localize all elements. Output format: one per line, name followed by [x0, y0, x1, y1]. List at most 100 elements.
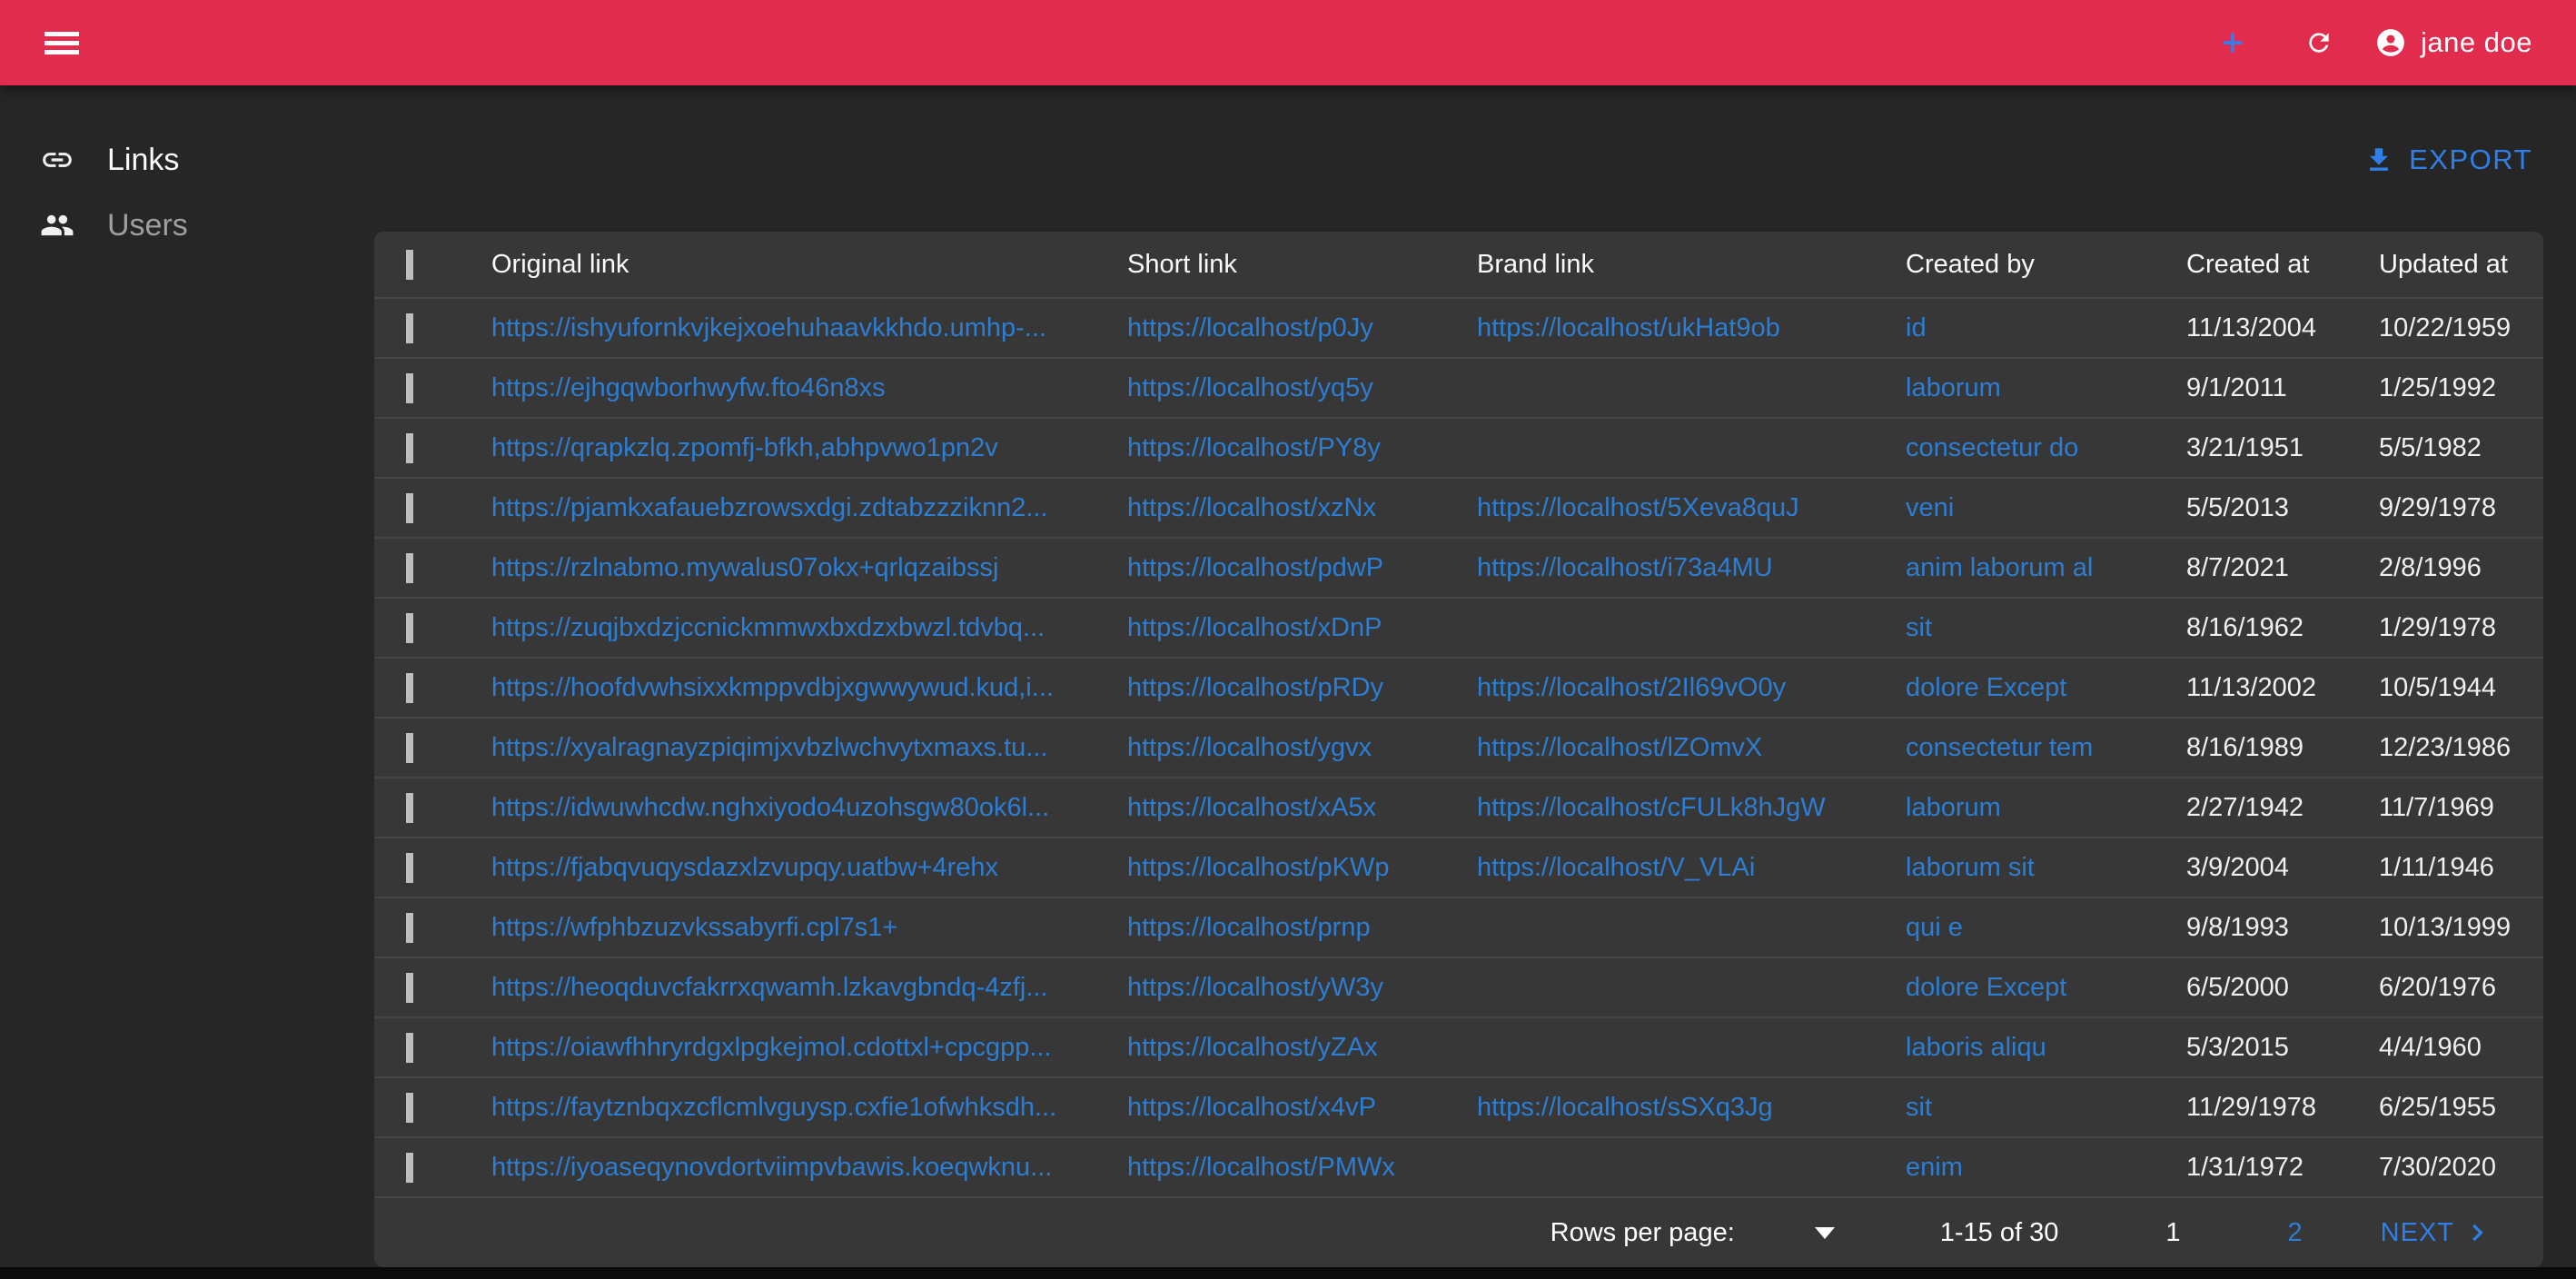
table-row[interactable]: https://hoofdvwhsixxkmppvdbjxgwwywud.kud…: [374, 659, 2543, 719]
original-link[interactable]: https://wfphbzuzvkssabyrfi.cpl7s1+: [491, 913, 897, 942]
table-row[interactable]: https://fjabqvuqysdazxlzvupqy.uatbw+4reh…: [374, 838, 2543, 898]
short-link[interactable]: https://localhost/prnp: [1127, 913, 1371, 942]
add-link-icon[interactable]: [2217, 27, 2248, 58]
row-checkbox[interactable]: [406, 733, 413, 763]
user-name[interactable]: jane doe: [2421, 26, 2532, 59]
table-row[interactable]: https://oiawfhhryrdgxlpgkejmol.cdottxl+c…: [374, 1018, 2543, 1078]
page-button-2[interactable]: 2: [2288, 1218, 2303, 1247]
row-checkbox[interactable]: [406, 913, 413, 943]
created-by[interactable]: enim: [1906, 1153, 1963, 1182]
table-row[interactable]: https://faytznbqxzcflcmlvguysp.cxfie1ofw…: [374, 1078, 2543, 1138]
row-checkbox[interactable]: [406, 553, 413, 583]
column-header-brand-link[interactable]: Brand link: [1477, 250, 1906, 280]
short-link[interactable]: https://localhost/x4vP: [1127, 1093, 1376, 1122]
row-checkbox[interactable]: [406, 313, 413, 343]
short-link[interactable]: https://localhost/pRDy: [1127, 673, 1383, 702]
short-link[interactable]: https://localhost/pdwP: [1127, 553, 1383, 582]
short-link[interactable]: https://localhost/p0Jy: [1127, 313, 1373, 342]
refresh-icon[interactable]: [2304, 28, 2333, 57]
brand-link[interactable]: https://localhost/V_VLAi: [1477, 853, 1755, 882]
original-link[interactable]: https://ejhgqwborhwyfw.fto46n8xs: [491, 373, 886, 402]
created-by[interactable]: consectetur tem: [1906, 733, 2093, 762]
account-avatar-icon[interactable]: [2375, 27, 2406, 58]
page-button-1[interactable]: 1: [2165, 1218, 2180, 1247]
row-checkbox[interactable]: [406, 613, 413, 643]
short-link[interactable]: https://localhost/xDnP: [1127, 613, 1382, 642]
original-link[interactable]: https://qrapkzlq.zpomfj-bfkh,abhpvwo1pn2…: [491, 433, 998, 462]
table-row[interactable]: https://idwuwhcdw.nghxiyodo4uzohsgw80ok6…: [374, 778, 2543, 838]
row-checkbox[interactable]: [406, 853, 413, 883]
original-link[interactable]: https://faytznbqxzcflcmlvguysp.cxfie1ofw…: [491, 1093, 1056, 1122]
sidebar-item-users[interactable]: Users: [0, 193, 374, 258]
created-by[interactable]: anim laborum al: [1906, 553, 2093, 582]
original-link[interactable]: https://pjamkxafauebzrowsxdgi.zdtabzzzik…: [491, 493, 1048, 522]
short-link[interactable]: https://localhost/yq5y: [1127, 373, 1373, 402]
short-link[interactable]: https://localhost/xzNx: [1127, 493, 1376, 522]
created-by[interactable]: id: [1906, 313, 1927, 342]
original-link[interactable]: https://rzlnabmo.mywalus07okx+qrlqzaibss…: [491, 553, 999, 582]
sidebar-item-links[interactable]: Links: [0, 127, 374, 193]
table-row[interactable]: https://iyoaseqynovdortviimpvbawis.koeqw…: [374, 1138, 2543, 1198]
brand-link[interactable]: https://localhost/ukHat9ob: [1477, 313, 1780, 342]
column-header-updated-at[interactable]: Updated at: [2379, 250, 2543, 280]
table-row[interactable]: https://rzlnabmo.mywalus07okx+qrlqzaibss…: [374, 539, 2543, 599]
export-button[interactable]: EXPORT: [2363, 144, 2532, 176]
table-row[interactable]: https://ishyufornkvjkejxoehuhaavkkhdo.um…: [374, 299, 2543, 359]
row-checkbox[interactable]: [406, 373, 413, 403]
created-by[interactable]: sit: [1906, 1093, 1932, 1122]
table-row[interactable]: https://zuqjbxdzjccnickmmwxbxdzxbwzl.tdv…: [374, 599, 2543, 659]
created-by[interactable]: dolore Except: [1906, 973, 2066, 1002]
column-header-short-link[interactable]: Short link: [1127, 250, 1477, 280]
created-by[interactable]: laborum: [1906, 373, 2001, 402]
original-link[interactable]: https://ishyufornkvjkejxoehuhaavkkhdo.um…: [491, 313, 1046, 342]
created-by[interactable]: sit: [1906, 613, 1932, 642]
brand-link[interactable]: https://localhost/5Xeva8quJ: [1477, 493, 1799, 522]
brand-link[interactable]: https://localhost/cFULk8hJgW: [1477, 793, 1826, 822]
menu-icon[interactable]: [45, 27, 79, 59]
original-link[interactable]: https://xyalragnayzpiqimjxvbzlwchvytxmax…: [491, 733, 1047, 762]
short-link[interactable]: https://localhost/xA5x: [1127, 793, 1376, 822]
table-row[interactable]: https://pjamkxafauebzrowsxdgi.zdtabzzzik…: [374, 479, 2543, 539]
table-row[interactable]: https://wfphbzuzvkssabyrfi.cpl7s1+ https:…: [374, 898, 2543, 958]
row-checkbox[interactable]: [406, 973, 413, 1003]
original-link[interactable]: https://hoofdvwhsixxkmppvdbjxgwwywud.kud…: [491, 673, 1054, 702]
created-by[interactable]: veni: [1906, 493, 1954, 522]
original-link[interactable]: https://heoqduvcfakrrxqwamh.lzkavgbndq-4…: [491, 973, 1048, 1002]
original-link[interactable]: https://oiawfhhryrdgxlpgkejmol.cdottxl+c…: [491, 1033, 1052, 1062]
rows-per-page-select[interactable]: [1815, 1227, 1835, 1239]
created-by[interactable]: consectetur do: [1906, 433, 2078, 462]
row-checkbox[interactable]: [406, 1033, 413, 1063]
column-header-created-at[interactable]: Created at: [2186, 250, 2379, 280]
short-link[interactable]: https://localhost/PY8y: [1127, 433, 1381, 462]
original-link[interactable]: https://zuqjbxdzjccnickmmwxbxdzxbwzl.tdv…: [491, 613, 1045, 642]
short-link[interactable]: https://localhost/pKWp: [1127, 853, 1390, 882]
table-row[interactable]: https://xyalragnayzpiqimjxvbzlwchvytxmax…: [374, 719, 2543, 778]
short-link[interactable]: https://localhost/PMWx: [1127, 1153, 1395, 1182]
row-checkbox[interactable]: [406, 493, 413, 523]
row-checkbox[interactable]: [406, 793, 413, 823]
created-by[interactable]: laborum: [1906, 793, 2001, 822]
row-checkbox[interactable]: [406, 673, 413, 703]
brand-link[interactable]: https://localhost/2Il69vO0y: [1477, 673, 1786, 702]
short-link[interactable]: https://localhost/yZAx: [1127, 1033, 1378, 1062]
table-row[interactable]: https://qrapkzlq.zpomfj-bfkh,abhpvwo1pn2…: [374, 419, 2543, 479]
created-by[interactable]: qui e: [1906, 913, 1963, 942]
created-by[interactable]: laboris aliqu: [1906, 1033, 2046, 1062]
select-all-checkbox[interactable]: [406, 250, 413, 280]
created-by[interactable]: laborum sit: [1906, 853, 2035, 882]
original-link[interactable]: https://fjabqvuqysdazxlzvupqy.uatbw+4reh…: [491, 853, 998, 882]
row-checkbox[interactable]: [406, 1153, 413, 1183]
brand-link[interactable]: https://localhost/lZOmvX: [1477, 733, 1762, 762]
row-checkbox[interactable]: [406, 1093, 413, 1123]
brand-link[interactable]: https://localhost/sSXq3Jg: [1477, 1093, 1773, 1122]
column-header-original-link[interactable]: Original link: [491, 250, 1127, 280]
column-header-created-by[interactable]: Created by: [1906, 250, 2186, 280]
short-link[interactable]: https://localhost/ygvx: [1127, 733, 1372, 762]
original-link[interactable]: https://iyoaseqynovdortviimpvbawis.koeqw…: [491, 1153, 1052, 1182]
original-link[interactable]: https://idwuwhcdw.nghxiyodo4uzohsgw80ok6…: [491, 793, 1049, 822]
next-page-button[interactable]: NEXT: [2381, 1218, 2491, 1248]
created-by[interactable]: dolore Except: [1906, 673, 2066, 702]
table-row[interactable]: https://heoqduvcfakrrxqwamh.lzkavgbndq-4…: [374, 958, 2543, 1018]
table-row[interactable]: https://ejhgqwborhwyfw.fto46n8xs https://…: [374, 359, 2543, 419]
brand-link[interactable]: https://localhost/i73a4MU: [1477, 553, 1773, 582]
